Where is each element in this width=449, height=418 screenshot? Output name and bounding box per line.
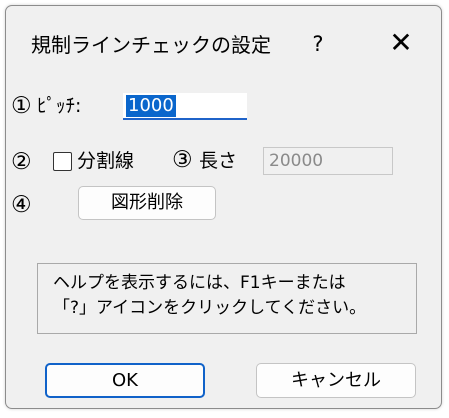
pitch-input[interactable]: 1000 [123,93,247,120]
close-button[interactable]: ✕ [376,25,426,63]
help-text-line-1: ヘルプを表示するには、F1キーまたは [53,273,346,293]
pitch-value: 1000 [126,95,176,117]
delete-marker: ④ [11,192,32,218]
division-label[interactable]: 分割線 [77,148,134,174]
division-checkbox[interactable] [53,152,72,171]
division-marker: ② [11,149,32,175]
help-button[interactable]: ? [296,25,340,63]
settings-dialog: 規制ラインチェックの設定 ? ✕ ① ﾋﾟｯﾁ: 1000 ② 分割線 ③ 長さ… [5,5,442,409]
cancel-button[interactable]: キャンセル [256,363,416,398]
length-input[interactable]: 20000 [263,147,393,175]
length-marker: ③ [172,147,193,173]
delete-shapes-button[interactable]: 図形削除 [78,186,216,220]
dialog-title: 規制ラインチェックの設定 [31,33,271,57]
length-label: 長さ [199,150,238,172]
pitch-marker: ① [11,93,32,119]
help-text-line-2: 「?」アイコンをクリックしてください。 [53,298,367,318]
ok-button[interactable]: OK [45,363,205,398]
help-message-box: ヘルプを表示するには、F1キーまたは 「?」アイコンをクリックしてください。 [37,263,417,334]
pitch-label: ﾋﾟｯﾁ: [37,95,82,117]
